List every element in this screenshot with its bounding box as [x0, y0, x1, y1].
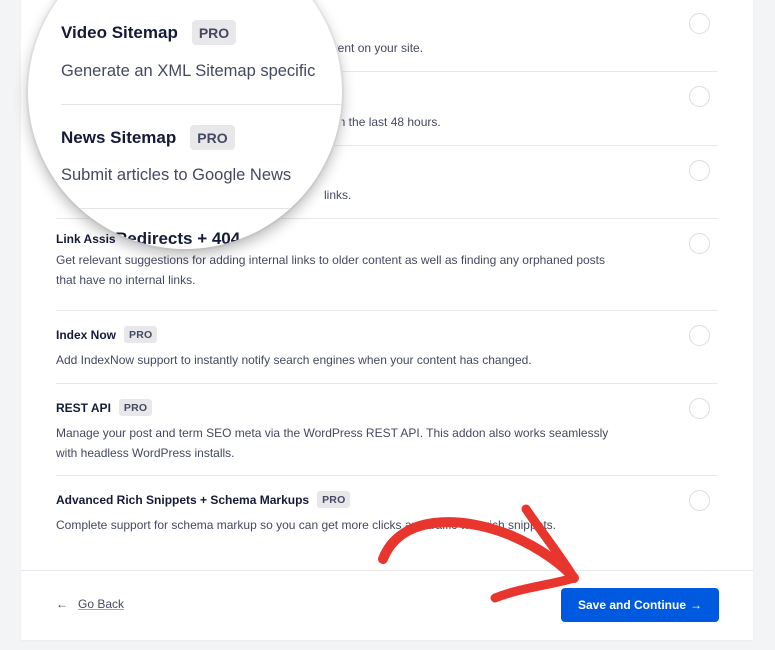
addon-toggle-radio[interactable]	[689, 160, 710, 181]
magnifier-content: Video Sitemap PRO Generate an XML Sitema…	[61, 0, 342, 249]
addon-title: Advanced Rich Snippets + Schema Markups …	[56, 491, 351, 508]
magnifier-title-video-sitemap: Video Sitemap PRO	[61, 20, 237, 45]
magnifier-overlay: Video Sitemap PRO Generate an XML Sitema…	[28, 0, 342, 249]
go-back-label: Go Back	[78, 597, 125, 611]
pro-badge: PRO	[190, 125, 235, 150]
addon-title: REST API PRO	[56, 399, 153, 416]
arrow-right-icon: →	[690, 598, 703, 612]
pro-badge: PRO	[124, 326, 158, 343]
save-and-continue-label: Save and Continue	[577, 598, 687, 612]
addon-toggle-radio[interactable]	[689, 325, 710, 346]
setup-wizard-stage: ontent on your site. d in the last 48 ho…	[0, 0, 775, 650]
magnifier-divider	[61, 208, 342, 209]
addon-toggle-radio[interactable]	[689, 490, 710, 511]
addon-description: Manage your post and term SEO meta via t…	[56, 426, 609, 460]
pro-badge: PRO	[118, 399, 153, 416]
addon-row-rich-snippets: Advanced Rich Snippets + Schema Markups …	[56, 476, 718, 570]
save-and-continue-button[interactable]: Save and Continue →	[561, 588, 719, 622]
arrow-left-icon: ←	[56, 597, 68, 611]
addon-toggle-radio[interactable]	[689, 398, 710, 419]
pro-badge: PRO	[317, 491, 351, 508]
magnifier-divider	[61, 104, 342, 105]
addon-toggle-radio[interactable]	[689, 233, 710, 254]
addon-title: Index Now PRO	[56, 326, 158, 343]
magnifier-title-news-sitemap: News Sitemap PRO	[61, 125, 235, 150]
addon-row-index-now: Index Now PRO Add IndexNow support to in…	[56, 311, 718, 384]
magnifier-desc-video-sitemap: Generate an XML Sitemap specific	[61, 62, 316, 80]
go-back-link[interactable]: ← Go Back	[56, 597, 124, 611]
addon-row-rest-api: REST API PRO Manage your post and term S…	[56, 384, 718, 476]
magnifier-desc-news-sitemap: Submit articles to Google News	[61, 166, 292, 184]
addon-toggle-radio[interactable]	[689, 86, 710, 107]
footer-divider	[21, 570, 753, 571]
pro-badge: PRO	[191, 20, 237, 45]
addon-description: Add IndexNow support to instantly notify…	[56, 353, 532, 367]
magnifier-title-redirects: Redirects + 404	[115, 229, 241, 248]
addon-description: Get relevant suggestions for adding inte…	[56, 253, 605, 287]
addon-description: Complete support for schema markup so yo…	[56, 518, 556, 532]
addon-toggle-radio[interactable]	[689, 13, 710, 34]
